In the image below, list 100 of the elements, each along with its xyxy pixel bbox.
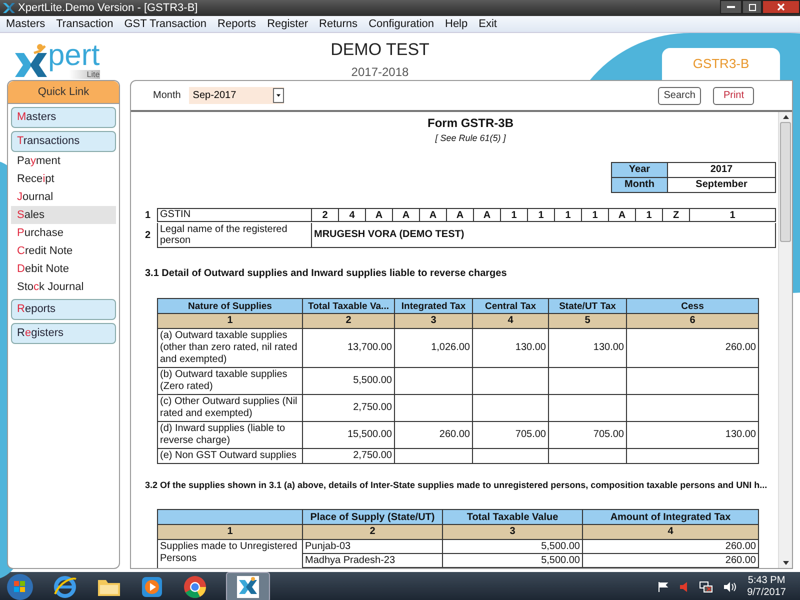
table-cell: 13,700.00 (303, 328, 395, 368)
sidebar-section[interactable]: Reports (11, 299, 116, 320)
dropdown-caret-icon (272, 88, 284, 103)
volume-icon[interactable] (723, 581, 738, 593)
table-cell: Punjab-03 (303, 540, 443, 554)
sidebar-item[interactable]: Journal (11, 188, 116, 206)
column-header: Central Tax (473, 298, 549, 314)
vertical-scrollbar[interactable] (778, 112, 792, 568)
logo-wordmark: pert (48, 42, 100, 70)
gstin-character: A (393, 208, 420, 222)
table-cell: 705.00 (473, 422, 549, 448)
table-cell: 15,500.00 (303, 422, 395, 448)
row-group-label: Supplies made to Unregistered Persons (157, 540, 303, 568)
alert-speaker-icon[interactable] (679, 581, 690, 593)
menu-item[interactable]: Help (445, 16, 468, 32)
column-header: State/UT Tax (549, 298, 627, 314)
column-header: Amount of Integrated Tax (583, 509, 759, 525)
app-x-icon (237, 576, 259, 598)
scrollbar-thumb[interactable] (780, 122, 791, 242)
table-cell: 2,750.00 (303, 394, 395, 422)
media-player-icon[interactable] (140, 575, 164, 599)
sidebar-item[interactable]: Stock Journal (11, 278, 116, 296)
menu-item[interactable]: Configuration (368, 16, 434, 32)
month-label: Month (153, 89, 181, 103)
table-cell: 1,026.00 (395, 328, 473, 368)
logo-x-icon (14, 43, 48, 79)
supply-description: (b) Outward taxable supplies (Zero rated) (157, 368, 303, 394)
gstin-character: 1 (501, 208, 528, 222)
table-cell: 705.00 (549, 422, 627, 448)
month-dropdown[interactable]: Sep-2017 (188, 87, 284, 104)
gstin-character: 1 (528, 208, 555, 222)
column-number: 3 (395, 314, 473, 328)
form-title: Form GSTR-3B (427, 115, 514, 132)
table-cell: 5,500.00 (443, 554, 583, 568)
column-number: 2 (303, 525, 443, 540)
column-number: 1 (157, 525, 303, 540)
gstin-character: Z (663, 208, 690, 222)
sidebar-section[interactable]: Transactions (11, 131, 116, 152)
menu-item[interactable]: Returns (319, 16, 358, 32)
table-cell: Madhya Pradesh-23 (303, 554, 443, 568)
gstin-character: A (420, 208, 447, 222)
column-header: Nature of Supplies (157, 298, 303, 314)
column-number: 6 (627, 314, 759, 328)
close-icon (777, 3, 785, 11)
column-number: 1 (157, 314, 303, 328)
close-button[interactable] (762, 0, 800, 14)
sidebar-item[interactable]: Purchase (11, 224, 116, 242)
table-cell: 5,500.00 (443, 540, 583, 554)
period-label: Year (612, 162, 668, 178)
sidebar-item[interactable]: Debit Note (11, 260, 116, 278)
sidebar-item[interactable]: Credit Note (11, 242, 116, 260)
detail-label: Legal name of the registered person (157, 222, 312, 248)
chrome-icon[interactable] (182, 574, 208, 600)
column-header: Total Taxable Va... (303, 298, 395, 314)
menu-item[interactable]: Exit (478, 16, 497, 32)
flag-icon[interactable] (657, 581, 670, 593)
supply-description: (c) Other Outward supplies (Nil rated and exempted) (157, 394, 303, 422)
minimize-button[interactable] (720, 0, 742, 14)
browser-e-icon[interactable] (52, 574, 78, 600)
table-cell: 260.00 (395, 422, 473, 448)
table-cell: 260.00 (583, 554, 759, 568)
sidebar-title: Quick Link (8, 81, 119, 104)
row-number: 2 (145, 228, 152, 242)
menu-item[interactable]: GST Transaction (124, 16, 207, 32)
column-header: Cess (627, 298, 759, 314)
start-orb-icon[interactable] (6, 573, 34, 600)
toolbar-button[interactable]: Search (658, 86, 702, 104)
supply-description: (e) Non GST Outward supplies (157, 448, 303, 464)
row-number: 1 (145, 208, 152, 222)
table-cell: 5,500.00 (303, 368, 395, 394)
column-number: 5 (549, 314, 627, 328)
menu-item[interactable]: Reports (218, 16, 256, 32)
company-name: DEMO TEST (330, 39, 430, 61)
sidebar-section[interactable]: Registers (11, 323, 116, 344)
supply-description: (a) Outward taxable supplies (other than zero rated, nil rated and exempted) (157, 328, 303, 368)
sidebar-item[interactable]: Receipt (11, 170, 116, 188)
restore-icon (748, 4, 756, 10)
column-number: 2 (303, 314, 395, 328)
gstin-character: A (447, 208, 474, 222)
menu-item[interactable]: Masters (6, 16, 46, 32)
detail-label: GSTIN (157, 208, 312, 222)
gstin-character: A (366, 208, 393, 222)
restore-button[interactable] (742, 0, 762, 14)
sidebar-section[interactable]: Masters (11, 107, 116, 128)
table-cell: 130.00 (549, 328, 627, 368)
table-cell: 2,750.00 (303, 448, 395, 464)
toolbar-button[interactable]: Print (713, 86, 754, 104)
gstin-character: 1 (690, 208, 776, 222)
table-cell: 260.00 (583, 540, 759, 554)
network-icon[interactable] (699, 581, 714, 593)
taskbar-clock[interactable]: 5:43 PM 9/7/2017 (747, 575, 794, 599)
sidebar-item[interactable]: Sales (11, 206, 116, 224)
app-icon (2, 1, 16, 15)
financial-year: 2017-2018 (351, 64, 409, 80)
active-app-button[interactable] (226, 572, 270, 600)
column-number: 4 (473, 314, 549, 328)
column-header: Integrated Tax (395, 298, 473, 314)
menu-item[interactable]: Transaction (56, 16, 114, 32)
menu-item[interactable]: Register (267, 16, 308, 32)
sidebar-item[interactable]: Payment (11, 152, 116, 170)
